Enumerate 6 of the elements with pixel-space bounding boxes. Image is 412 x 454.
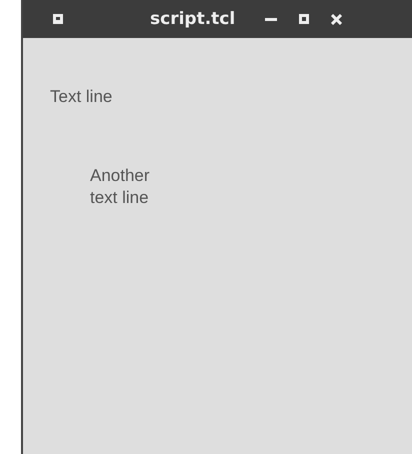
window-title: script.tcl [150,9,236,29]
window-menu-icon[interactable] [53,14,63,24]
maximize-icon[interactable] [299,14,310,24]
text-label: Text line [50,87,112,107]
close-icon[interactable] [331,14,342,24]
text-label: Another text line [90,165,151,209]
